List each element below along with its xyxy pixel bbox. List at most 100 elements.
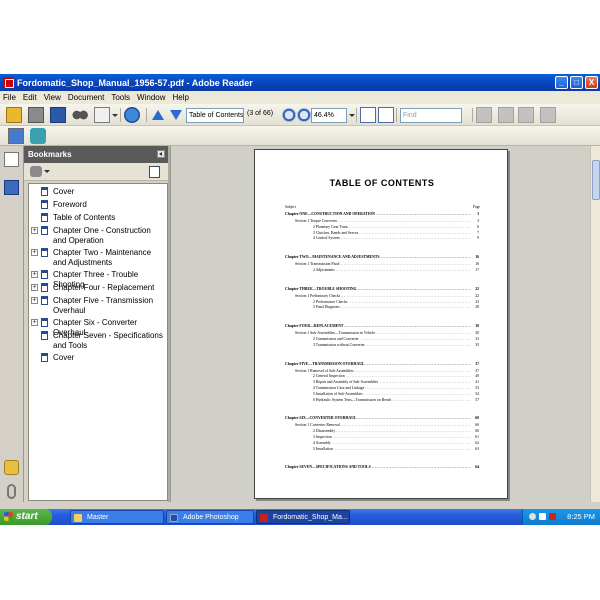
toc-page-number: 41 xyxy=(474,380,479,386)
zoom-in-icon[interactable] xyxy=(297,108,311,122)
toc-section-entry[interactable]: ........................................… xyxy=(285,337,479,342)
minimize-button[interactable]: _ xyxy=(555,76,568,89)
toc-section-entry[interactable]: ........................................… xyxy=(285,305,479,311)
menu-help[interactable]: Help xyxy=(173,93,189,102)
menu-window[interactable]: Window xyxy=(137,93,165,102)
toc-section-entry[interactable]: ........................................… xyxy=(285,429,479,435)
new-bookmark-icon[interactable] xyxy=(149,166,160,178)
toc-section-entry[interactable]: ........................................… xyxy=(285,380,479,386)
chevron-down-icon[interactable] xyxy=(349,114,355,117)
chevron-down-icon[interactable] xyxy=(112,114,118,117)
photoshop-icon xyxy=(170,514,178,522)
email-icon[interactable] xyxy=(94,107,110,123)
menu-view[interactable]: View xyxy=(44,93,61,102)
window-title: Fordomatic_Shop_Manual_1956-57.pdf - Ado… xyxy=(17,77,253,88)
attachments-paperclip-icon[interactable] xyxy=(7,484,16,499)
toc-chapter-entry[interactable]: ........................................… xyxy=(285,255,479,261)
close-button[interactable]: X xyxy=(585,76,598,89)
taskbar-item-master[interactable]: Master xyxy=(70,510,164,524)
select-tool-icon[interactable] xyxy=(8,128,24,144)
tray-arrow-icon[interactable] xyxy=(529,513,536,520)
fit-width-icon[interactable] xyxy=(378,107,394,123)
bookmark-label: Cover xyxy=(53,187,75,196)
find-input[interactable]: Find xyxy=(400,108,462,123)
page-number-field[interactable]: Table of Contents xyxy=(186,108,244,123)
toc-section-entry[interactable]: ........................................… xyxy=(285,397,479,403)
toc-section-entry[interactable]: ........................................… xyxy=(285,262,479,268)
toc-entry-text: 3 Transmission without Converter xyxy=(285,342,366,347)
collaborate-globe-icon[interactable] xyxy=(124,107,140,123)
toc-chapter-entry[interactable]: ........................................… xyxy=(285,465,479,471)
fit-page-icon[interactable] xyxy=(360,107,376,123)
toc-entry-text: 2 Planetary Gear Train xyxy=(285,224,349,229)
start-button[interactable]: start xyxy=(0,509,52,525)
toc-section-entry[interactable]: ........................................… xyxy=(285,293,479,299)
toc-section-entry[interactable]: ........................................… xyxy=(285,391,479,397)
zoom-field[interactable]: 46.4% xyxy=(311,108,347,123)
scrollbar-thumb[interactable] xyxy=(592,160,600,200)
toc-section-entry[interactable]: ........................................… xyxy=(285,368,479,374)
expand-icon[interactable]: + xyxy=(31,319,38,326)
menu-tools[interactable]: Tools xyxy=(111,93,130,102)
network-icon[interactable] xyxy=(539,513,546,520)
expand-icon[interactable]: + xyxy=(31,271,38,278)
vertical-scrollbar[interactable] xyxy=(590,146,600,502)
taskbar-item-photoshop[interactable]: Adobe Photoshop xyxy=(166,510,254,524)
toc-section-entry[interactable]: ........................................… xyxy=(285,331,479,337)
open-folder-icon[interactable] xyxy=(6,107,22,123)
menu-edit[interactable]: Edit xyxy=(23,93,37,102)
search-glasses-icon[interactable] xyxy=(72,107,88,123)
toc-section-entry[interactable]: ........................................… xyxy=(285,268,479,273)
zoom-out-icon[interactable] xyxy=(282,108,296,122)
folder-icon xyxy=(74,514,82,522)
toc-section-entry[interactable]: ........................................… xyxy=(285,423,479,429)
comments-icon[interactable] xyxy=(4,460,19,475)
toc-chapter-entry[interactable]: ........................................… xyxy=(285,324,479,330)
bookmarks-header: Bookmarks xyxy=(24,146,168,163)
next-page-icon[interactable] xyxy=(168,107,184,123)
toc-page-number: 3 xyxy=(476,212,479,217)
security-icon[interactable] xyxy=(549,513,556,520)
rotate-right-icon[interactable] xyxy=(518,107,534,123)
toc-page-number: 60 xyxy=(474,423,479,429)
menu-document[interactable]: Document xyxy=(68,93,104,102)
bookmarks-panel-icon[interactable] xyxy=(4,180,19,195)
toc-chapter-entry[interactable]: ........................................… xyxy=(285,286,479,292)
toc-section-entry[interactable]: ........................................… xyxy=(285,446,479,452)
pages-panel-icon[interactable] xyxy=(4,152,19,167)
toc-section-entry[interactable]: ........................................… xyxy=(285,342,479,348)
expand-icon[interactable]: + xyxy=(31,297,38,304)
options-gear-icon[interactable] xyxy=(30,166,42,177)
toc-section-entry[interactable]: ........................................… xyxy=(285,219,479,224)
snapshot-icon[interactable] xyxy=(30,128,46,144)
collapse-panel-icon[interactable] xyxy=(157,150,165,158)
print-icon[interactable] xyxy=(28,107,44,123)
save-icon[interactable] xyxy=(50,107,66,123)
toc-section-entry[interactable]: ........................................… xyxy=(285,230,479,236)
toc-section-entry[interactable]: ........................................… xyxy=(285,224,479,230)
expand-icon[interactable]: + xyxy=(31,227,38,234)
toc-chapter-entry[interactable]: ........................................… xyxy=(285,361,479,367)
menu-file[interactable]: File xyxy=(3,93,16,102)
toc-section-entry[interactable]: ........................................… xyxy=(285,374,479,380)
previous-page-icon[interactable] xyxy=(150,107,166,123)
toc-chapter-entry[interactable]: ........................................… xyxy=(285,212,479,217)
expand-icon[interactable]: + xyxy=(31,284,38,291)
toc-section-entry[interactable]: ........................................… xyxy=(285,435,479,440)
chevron-down-icon[interactable] xyxy=(44,170,50,173)
sign-icon[interactable] xyxy=(476,107,492,123)
toc-section-entry[interactable]: ........................................… xyxy=(285,299,479,305)
toc-chapter-entry[interactable]: ........................................… xyxy=(285,416,479,422)
taskbar-item-reader[interactable]: Fordomatic_Shop_Ma... xyxy=(256,510,350,524)
document-icon[interactable] xyxy=(540,107,556,123)
screen: Fordomatic_Shop_Manual_1956-57.pdf - Ado… xyxy=(0,74,600,525)
rotate-left-icon[interactable] xyxy=(498,107,514,123)
bookmark-label: Foreword xyxy=(53,200,87,209)
toc-section-entry[interactable]: ........................................… xyxy=(285,440,479,446)
maximize-button[interactable]: □ xyxy=(570,76,583,89)
toc-section-entry[interactable]: ........................................… xyxy=(285,236,479,242)
toc-page-number: 53 xyxy=(474,386,479,391)
toc-page-number: 30 xyxy=(474,331,479,337)
toc-section-entry[interactable]: ........................................… xyxy=(285,386,479,391)
expand-icon[interactable]: + xyxy=(31,249,38,256)
